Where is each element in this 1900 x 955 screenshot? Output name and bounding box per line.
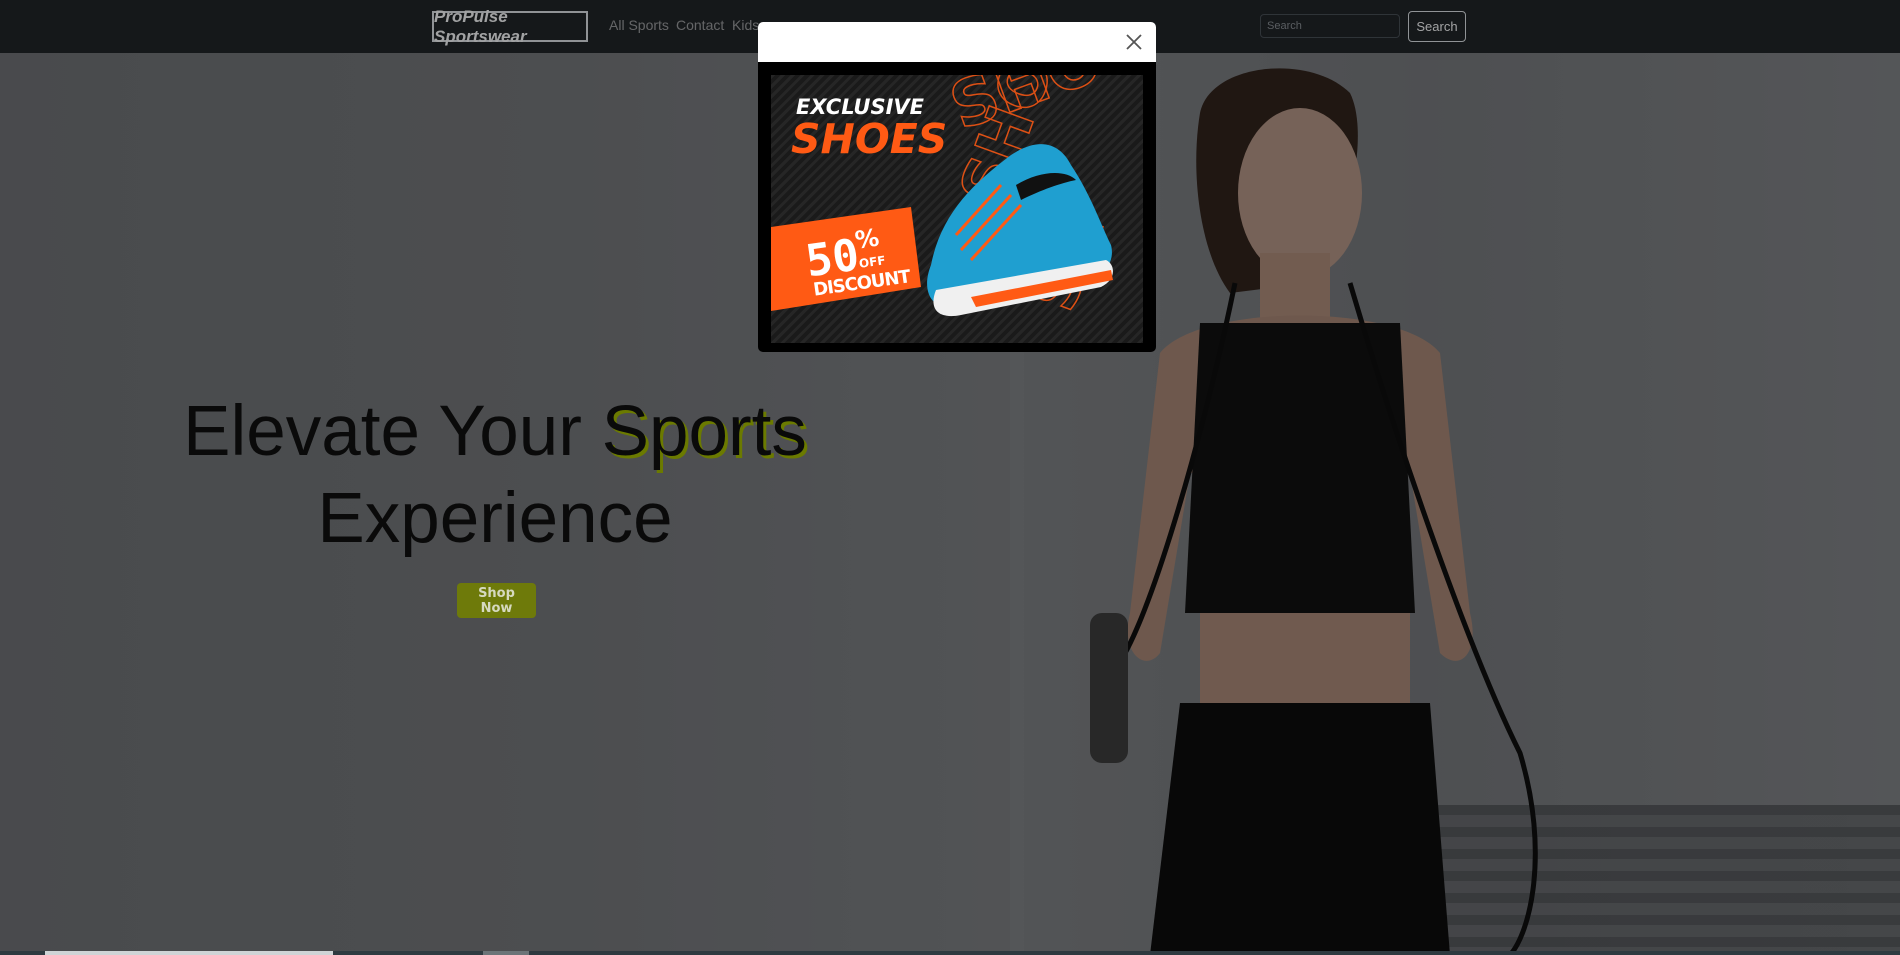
strip-segment [45, 951, 333, 955]
hero-title-part2: Experience [317, 479, 673, 558]
discount-percent: % [853, 223, 881, 255]
modal-header [758, 22, 1156, 62]
strip-segment [483, 951, 529, 955]
shop-now-button[interactable]: Shop Now [457, 583, 536, 618]
hero-title-accent: Sports [601, 392, 807, 471]
hero-title: Elevate Your Sports Experience [150, 388, 840, 562]
hero-title-part1: Elevate Your [183, 392, 602, 471]
promo-line-2: SHOES [791, 115, 948, 163]
promo-modal: SHO SHO SN EXCLUSIVE SHOES 50 % OFF DISC… [758, 22, 1156, 352]
promo-banner[interactable]: SHO SHO SN EXCLUSIVE SHOES 50 % OFF DISC… [771, 75, 1143, 343]
close-icon[interactable] [1122, 30, 1146, 54]
bottom-strip [0, 951, 1900, 955]
